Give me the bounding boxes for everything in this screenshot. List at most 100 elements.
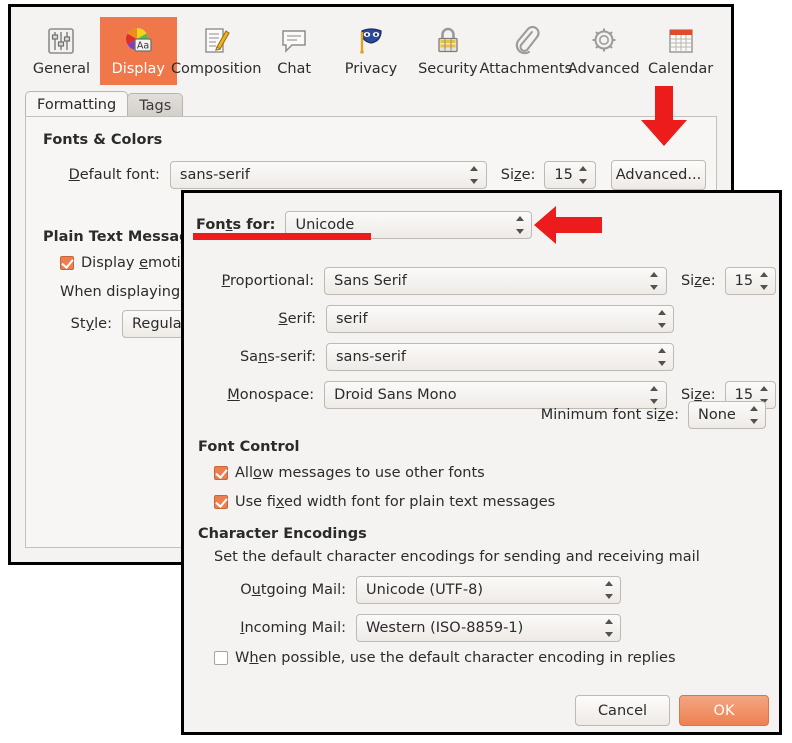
sans-serif-value: sans-serif — [336, 349, 406, 365]
spinner-arrows-icon[interactable] — [515, 216, 524, 234]
toolbar-label: Privacy — [345, 62, 398, 77]
serif-label: Serif: — [196, 311, 316, 327]
toolbar-item-composition[interactable]: Composition — [177, 17, 256, 85]
tab-strip: Formatting Tags — [25, 91, 182, 117]
character-encodings-group-title: Character Encodings — [198, 526, 367, 542]
minimum-font-size-label: Minimum font size: — [541, 407, 679, 423]
font-control-group-title: Font Control — [198, 439, 300, 455]
toolbar-label: Chat — [277, 62, 311, 77]
toolbar-label: Attachments — [480, 62, 573, 77]
sliders-icon — [41, 22, 81, 60]
toolbar-item-chat[interactable]: Chat — [256, 17, 333, 85]
default-font-size-value: 15 — [554, 167, 572, 183]
outgoing-mail-row: Outgoing Mail: Unicode (UTF-8) — [216, 576, 621, 604]
spinner-arrows-icon[interactable] — [579, 166, 588, 184]
proportional-combo[interactable]: Sans Serif — [324, 267, 667, 295]
screen: General Aa Display — [0, 0, 792, 743]
cancel-button-label: Cancel — [598, 703, 647, 719]
monospace-value: Droid Sans Mono — [334, 387, 456, 403]
red-left-arrow-icon — [534, 205, 602, 245]
toolbar-item-advanced[interactable]: Advanced — [565, 17, 642, 85]
toolbar-item-general[interactable]: General — [23, 17, 100, 85]
sans-serif-label: Sans-serif: — [196, 349, 316, 365]
fonts-for-value: Unicode — [295, 217, 354, 233]
tab-label: Formatting — [37, 97, 116, 113]
outgoing-mail-combo[interactable]: Unicode (UTF-8) — [356, 576, 621, 604]
style-label: Style: — [60, 316, 112, 332]
svg-text:Aa: Aa — [137, 41, 149, 52]
spinner-arrows-icon[interactable] — [604, 581, 613, 599]
compose-icon — [196, 22, 236, 60]
sans-serif-combo[interactable]: sans-serif — [326, 343, 674, 371]
proportional-size-spinner[interactable]: 15 — [725, 267, 776, 295]
serif-row: Serif: serif — [196, 305, 674, 333]
advanced-fonts-dialog: Fonts for: Unicode Proportional: Sans Se… — [181, 190, 782, 735]
tab-tags[interactable]: Tags — [127, 93, 183, 117]
toolbar-item-privacy[interactable]: Privacy — [333, 17, 410, 85]
ok-button[interactable]: OK — [679, 695, 769, 726]
spinner-arrows-icon[interactable] — [604, 619, 613, 637]
proportional-size-value: 15 — [735, 273, 753, 289]
toolbar-item-display[interactable]: Aa Display — [100, 17, 177, 85]
style-value: Regular — [132, 316, 188, 332]
preferences-toolbar: General Aa Display — [23, 15, 719, 85]
toolbar-label: Calendar — [648, 62, 713, 77]
gear-icon — [584, 22, 624, 60]
toolbar-item-security[interactable]: Security — [409, 17, 486, 85]
default-encoding-reply-checkbox[interactable] — [214, 651, 228, 665]
proportional-value: Sans Serif — [334, 273, 407, 289]
spinner-arrows-icon[interactable] — [759, 272, 768, 290]
display-emoticons-checkbox[interactable] — [60, 256, 74, 270]
toolbar-item-calendar[interactable]: Calendar — [642, 17, 719, 85]
fonts-for-label: Fonts for: — [196, 217, 275, 233]
incoming-mail-label: Incoming Mail: — [216, 620, 346, 636]
minimum-font-size-row: Minimum font size: None — [541, 401, 766, 429]
spinner-arrows-icon[interactable] — [657, 348, 666, 366]
red-down-arrow-icon — [641, 86, 687, 148]
default-encoding-reply-row[interactable]: When possible, use the default character… — [214, 650, 676, 666]
advanced-button-label: Advanced... — [616, 167, 701, 183]
toolbar-item-attachments[interactable]: Attachments — [486, 17, 565, 85]
size-label: Size: — [501, 167, 536, 183]
fixed-width-font-label: Use fixed width font for plain text mess… — [235, 494, 555, 510]
tab-label: Tags — [139, 98, 171, 114]
sans-serif-row: Sans-serif: sans-serif — [196, 343, 674, 371]
spinner-arrows-icon[interactable] — [470, 166, 479, 184]
cancel-button[interactable]: Cancel — [575, 695, 670, 726]
paperclip-icon — [506, 22, 546, 60]
incoming-mail-row: Incoming Mail: Western (ISO-8859-1) — [216, 614, 621, 642]
minimum-font-size-combo[interactable]: None — [688, 401, 766, 429]
toolbar-label: General — [33, 62, 90, 77]
toolbar-label: Security — [418, 62, 478, 77]
spinner-arrows-icon[interactable] — [749, 406, 758, 424]
default-font-combo[interactable]: sans-serif — [170, 161, 487, 189]
toolbar-label: Advanced — [568, 62, 640, 77]
serif-value: serif — [336, 311, 368, 327]
fixed-width-font-row[interactable]: Use fixed width font for plain text mess… — [214, 494, 555, 510]
outgoing-mail-value: Unicode (UTF-8) — [366, 582, 483, 598]
incoming-mail-combo[interactable]: Western (ISO-8859-1) — [356, 614, 621, 642]
ok-button-label: OK — [714, 703, 735, 719]
advanced-button[interactable]: Advanced... — [611, 160, 706, 190]
proportional-size-label: Size: — [681, 273, 716, 289]
monospace-label: Monospace: — [196, 387, 314, 403]
tab-formatting[interactable]: Formatting — [25, 91, 128, 117]
allow-other-fonts-row[interactable]: Allow messages to use other fonts — [214, 465, 485, 481]
proportional-label: Proportional: — [196, 273, 314, 289]
allow-other-fonts-checkbox[interactable] — [214, 466, 228, 480]
minimum-font-size-value: None — [698, 407, 736, 423]
toolbar-label: Display — [112, 62, 165, 77]
padlock-icon — [428, 22, 468, 60]
character-encodings-description: Set the default character encodings for … — [214, 549, 700, 565]
default-font-value: sans-serif — [180, 167, 250, 183]
fixed-width-font-checkbox[interactable] — [214, 495, 228, 509]
outgoing-mail-label: Outgoing Mail: — [216, 582, 346, 598]
incoming-mail-value: Western (ISO-8859-1) — [366, 620, 523, 636]
spinner-arrows-icon[interactable] — [650, 272, 659, 290]
serif-combo[interactable]: serif — [326, 305, 674, 333]
default-font-row: Default font: sans-serif Size: 15 Advanc… — [56, 160, 706, 190]
default-font-size-spinner[interactable]: 15 — [544, 161, 596, 189]
spinner-arrows-icon[interactable] — [657, 310, 666, 328]
calendar-icon — [661, 22, 701, 60]
default-encoding-reply-label: When possible, use the default character… — [235, 650, 676, 666]
